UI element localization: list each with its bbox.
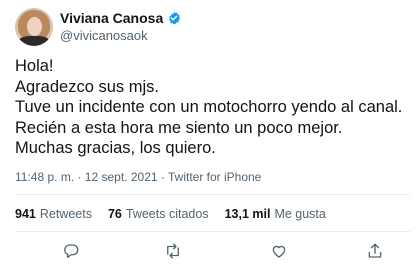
divider [15,231,410,232]
tweet-line: Muchas gracias, los quiero. [15,139,216,157]
likes-stat[interactable]: 13,1 mil Me gusta [225,207,326,221]
quotes-label: Tweets citados [125,207,209,221]
tweet-line: Agradezco sus mjs. [15,77,159,96]
retweets-label: Retweets [39,207,92,221]
quotes-count: 76 [107,207,122,221]
reply-button[interactable] [60,240,82,262]
share-icon [368,243,382,258]
tweet-actions [0,240,420,262]
author-name-row[interactable]: Viviana Canosa [60,10,181,26]
tweet-line: Tuve un incidente con un motochorro yend… [15,98,403,116]
likes-count: 13,1 mil [224,207,271,221]
retweet-button[interactable] [162,240,184,262]
author-display-name[interactable]: Viviana Canosa [60,10,163,26]
tweet-line: Hola! [15,57,54,75]
author-handle[interactable]: @vivicanosaok [60,28,148,43]
reply-icon [64,244,79,259]
retweets-count: 941 [15,207,36,221]
quotes-stat[interactable]: 76 Tweets citados [108,207,209,221]
avatar[interactable] [15,8,53,46]
likes-label: Me gusta [274,207,326,221]
like-icon [272,245,286,258]
verified-badge-icon [169,11,181,25]
like-button[interactable] [268,240,290,262]
retweet-icon [167,243,179,259]
tweet-text: Hola! Agradezco sus mjs. Tuve un inciden… [15,56,415,159]
tweet-stats: 941 Retweets 76 Tweets citados 13,1 mil Me … [15,207,326,221]
tweet-line: Recién a esta hora me siento un poco mej… [15,118,343,137]
tweet-timestamp-source[interactable]: 11:48 p. m. · 12 sept. 2021 · Twitter fo… [15,170,261,184]
retweets-stat[interactable]: 941 Retweets [15,207,92,221]
divider [15,194,410,195]
share-button[interactable] [364,240,386,262]
